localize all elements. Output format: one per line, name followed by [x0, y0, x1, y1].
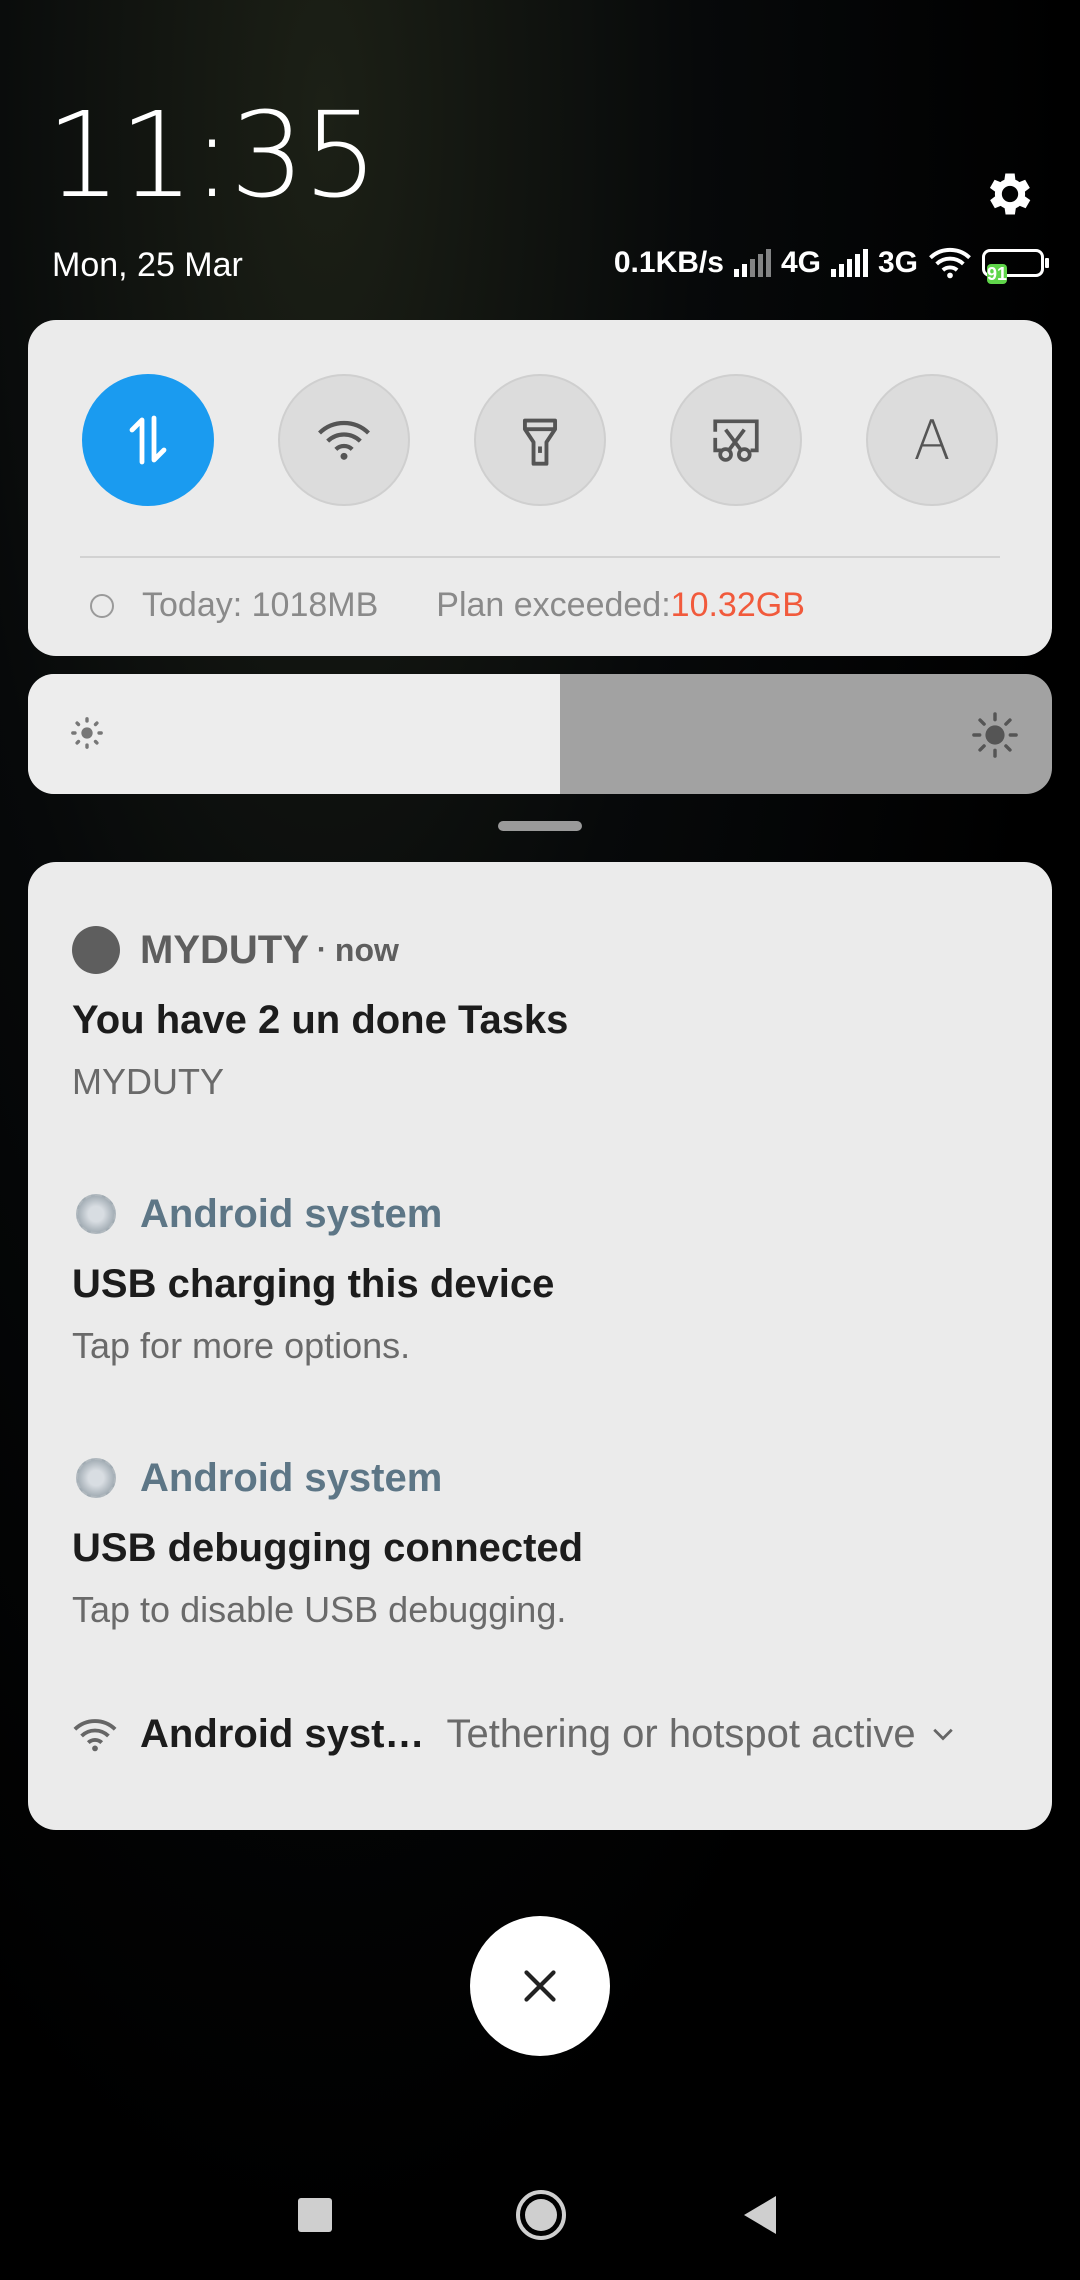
network-type-1: 4G	[780, 246, 821, 279]
wifi-toggle[interactable]	[278, 374, 410, 506]
notification-app-name: MYDUTY	[140, 927, 309, 972]
close-icon	[524, 1970, 556, 2002]
quick-settings-panel: A Today: 1018MB Plan exceeded: 10.32GB	[28, 320, 1052, 656]
brightness-high-icon	[972, 712, 1018, 758]
notification-time: now	[334, 931, 399, 968]
notification-usb-debugging[interactable]: Android system USB debugging connected T…	[72, 1452, 1008, 1631]
notification-body: Tap to disable USB debugging.	[72, 1589, 567, 1630]
wifi-icon	[929, 247, 971, 279]
back-button[interactable]	[744, 2196, 776, 2234]
notification-app-name: Android system	[140, 1191, 443, 1236]
chevron-down-icon[interactable]	[932, 1728, 954, 1742]
data-today: Today: 1018MB	[142, 586, 379, 624]
home-button[interactable]	[516, 2190, 566, 2240]
app-icon	[72, 926, 120, 974]
notification-body: Tap for more options.	[72, 1325, 411, 1366]
notification-body: MYDUTY	[72, 1061, 224, 1102]
hotspot-wifi-icon	[73, 1718, 117, 1751]
flashlight-icon	[522, 418, 558, 466]
screenshot-toggle[interactable]	[670, 374, 802, 506]
data-usage-ring-icon	[90, 593, 114, 618]
data-usage[interactable]: Today: 1018MB Plan exceeded: 10.32GB	[90, 586, 805, 625]
android-system-icon	[76, 1194, 116, 1234]
android-system-icon	[76, 1458, 116, 1498]
notification-title: USB debugging connected	[72, 1526, 584, 1570]
signal-icon	[830, 249, 868, 277]
battery-icon: 91	[982, 249, 1049, 284]
brightness-level	[28, 674, 561, 794]
mobile-data-toggle[interactable]	[82, 374, 214, 506]
notification-myduty[interactable]: MYDUTY · now You have 2 un done Tasks MY…	[72, 924, 1008, 1103]
clear-all-button[interactable]	[470, 1916, 610, 2056]
recents-button[interactable]	[298, 2198, 332, 2232]
notification-app-name: Android syst…	[140, 1712, 425, 1756]
settings-gear-icon[interactable]	[982, 166, 1038, 222]
status-bar: 0.1KB/s 4G 3G 91	[613, 246, 1049, 284]
auto-brightness-icon: A	[913, 408, 951, 472]
notification-usb-charging[interactable]: Android system USB charging this device …	[72, 1188, 1008, 1367]
quick-settings-row: A	[82, 374, 998, 506]
notification-text: Tethering or hotspot active	[446, 1712, 916, 1756]
data-transfer-icon	[129, 415, 167, 465]
battery-level: 91	[987, 264, 1008, 284]
net-speed: 0.1KB/s	[613, 246, 724, 279]
flashlight-toggle[interactable]	[474, 374, 606, 506]
drag-handle[interactable]	[498, 821, 582, 831]
brightness-slider[interactable]	[28, 674, 1052, 794]
notification-tethering[interactable]: Android syst… Tethering or hotspot activ…	[72, 1712, 1008, 1757]
scissors-screenshot-icon	[713, 419, 759, 462]
notification-panel: MYDUTY · now You have 2 un done Tasks MY…	[28, 862, 1052, 1830]
home-inner-icon	[525, 2199, 557, 2231]
separator-dot: ·	[316, 933, 327, 966]
notification-title: You have 2 un done Tasks	[72, 998, 569, 1042]
clock: 11:35	[46, 86, 378, 224]
wifi-icon	[318, 420, 370, 460]
notification-app-name: Android system	[140, 1455, 443, 1500]
divider	[80, 556, 1000, 558]
date: Mon, 25 Mar	[52, 246, 243, 284]
signal-icon	[733, 249, 771, 277]
network-type-2: 3G	[877, 246, 918, 279]
plan-value: 10.32GB	[670, 586, 805, 624]
plan-label: Plan exceeded:	[436, 586, 671, 624]
auto-brightness-toggle[interactable]: A	[866, 374, 998, 506]
brightness-low-icon	[71, 717, 103, 749]
notification-title: USB charging this device	[72, 1262, 555, 1306]
